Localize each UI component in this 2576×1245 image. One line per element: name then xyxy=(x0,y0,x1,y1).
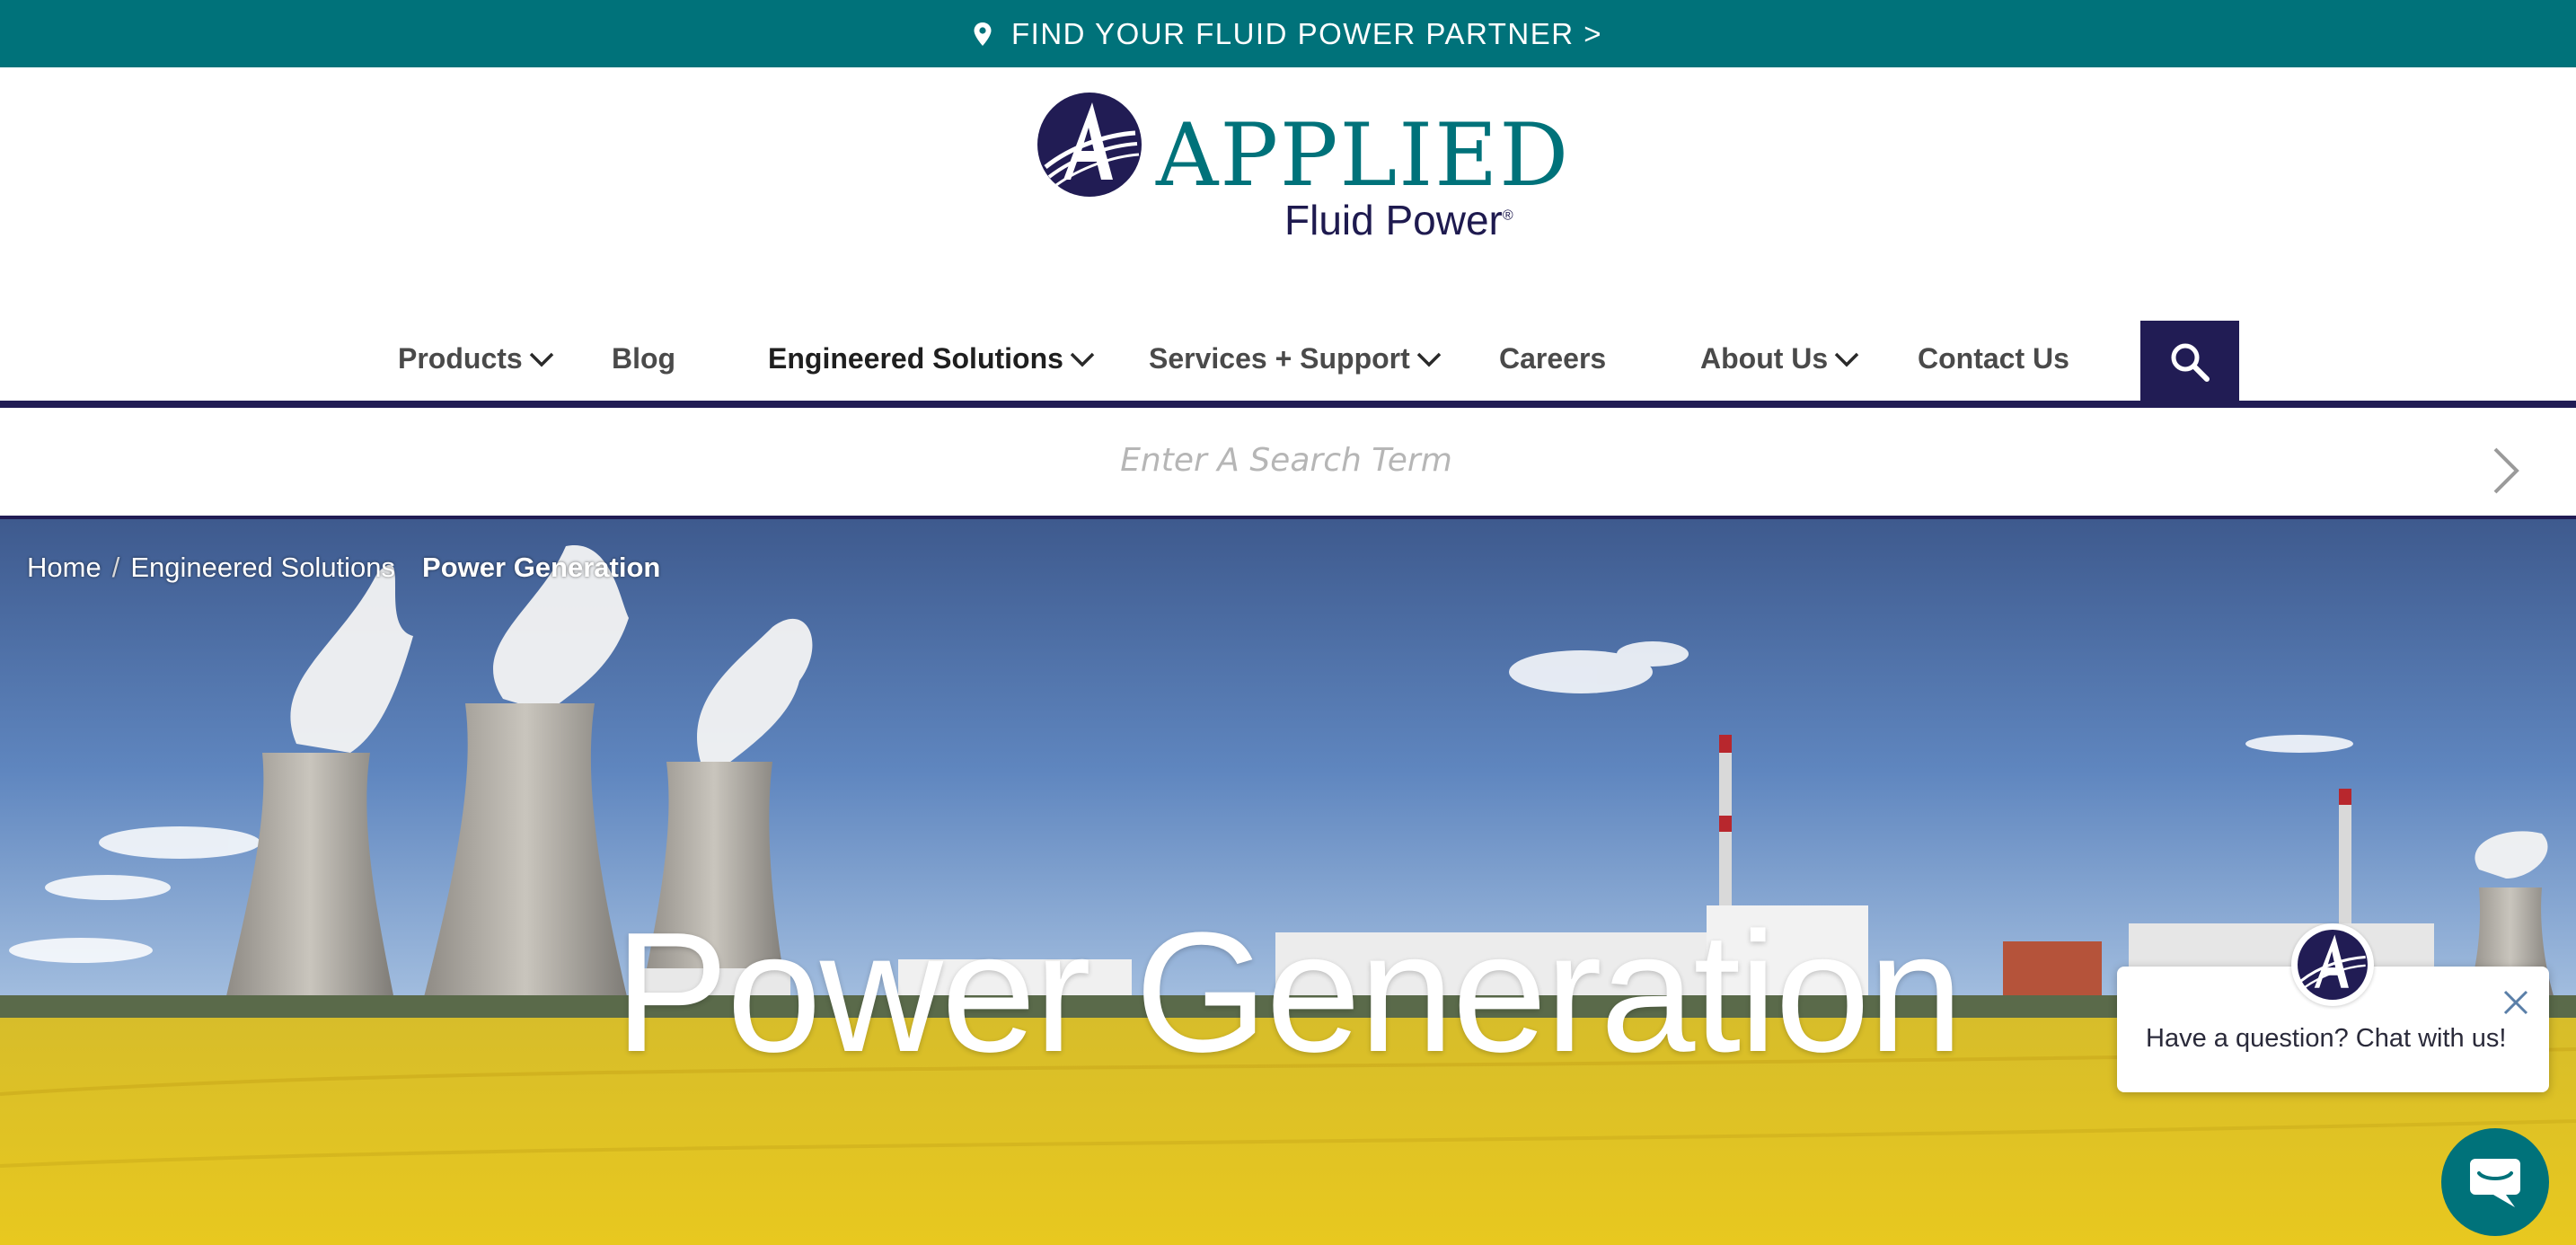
chevron-down-icon xyxy=(1834,352,1859,366)
nav-item-label: About Us xyxy=(1700,342,1829,375)
find-partner-label: FIND YOUR FLUID POWER PARTNER > xyxy=(1011,16,1602,50)
trademark: ® xyxy=(1502,208,1513,224)
applied-a-logo-mark xyxy=(1037,93,1142,197)
nav-item-label: Contact Us xyxy=(1918,342,2069,375)
nav-item-contact-us[interactable]: Contact Us xyxy=(1918,342,2069,375)
main-nav: Products Blog Engineered Solutions Servi… xyxy=(0,319,2576,403)
logo-subtitle: Fluid Power® xyxy=(1284,196,1513,244)
chevron-down-icon xyxy=(1416,352,1442,366)
close-icon[interactable] xyxy=(2501,988,2530,1017)
breadcrumb-separator: / xyxy=(111,552,120,583)
logo-subtitle-text: Fluid Power xyxy=(1284,197,1503,243)
chat-agent-avatar xyxy=(2291,923,2374,1006)
nav-item-careers[interactable]: Careers xyxy=(1499,342,1606,375)
location-pin-icon xyxy=(974,22,992,46)
search-input[interactable] xyxy=(359,428,2213,492)
breadcrumb-current: Power Generation xyxy=(422,552,661,583)
chat-prompt-text: Have a question? Chat with us! xyxy=(2146,1024,2507,1053)
chevron-right-icon[interactable] xyxy=(2488,444,2524,498)
brand-logo[interactable]: APPLIED Fluid Power® xyxy=(1035,90,1568,252)
nav-divider xyxy=(0,401,2576,408)
hero-banner: Home / Engineered Solutions Power Genera… xyxy=(0,519,2576,1245)
nav-item-label: Blog xyxy=(612,342,676,375)
nav-item-about-us[interactable]: About Us xyxy=(1700,342,1860,375)
chevron-down-icon xyxy=(1070,352,1095,366)
chat-launcher-button[interactable] xyxy=(2441,1128,2549,1236)
nav-item-label: Careers xyxy=(1499,342,1607,375)
search-bar xyxy=(0,408,2576,516)
chevron-down-icon xyxy=(529,352,553,366)
top-banner: FIND YOUR FLUID POWER PARTNER > xyxy=(0,0,2576,67)
nav-item-label: Services + Support xyxy=(1149,342,1410,375)
applied-a-logo-mark xyxy=(2298,930,2368,1000)
nav-item-label: Engineered Solutions xyxy=(768,342,1063,375)
power-plant-hero-image xyxy=(0,519,2576,1245)
nav-item-blog[interactable]: Blog xyxy=(612,342,675,375)
nav-item-services-support[interactable]: Services + Support xyxy=(1149,342,1442,375)
nav-item-engineered-solutions[interactable]: Engineered Solutions xyxy=(768,342,1096,375)
chat-bubble-icon xyxy=(2470,1159,2520,1207)
breadcrumb-home[interactable]: Home xyxy=(27,552,101,584)
nav-item-products[interactable]: Products xyxy=(398,342,555,375)
search-icon xyxy=(2171,343,2210,382)
search-toggle-button[interactable] xyxy=(2140,321,2239,403)
logo-wordmark: APPLIED xyxy=(1156,105,1571,206)
breadcrumb: Home / Engineered Solutions Power Genera… xyxy=(27,552,660,584)
nav-item-label: Products xyxy=(398,342,523,375)
breadcrumb-engineered-solutions[interactable]: Engineered Solutions xyxy=(130,552,395,584)
find-partner-link[interactable]: FIND YOUR FLUID POWER PARTNER > xyxy=(974,17,1602,51)
